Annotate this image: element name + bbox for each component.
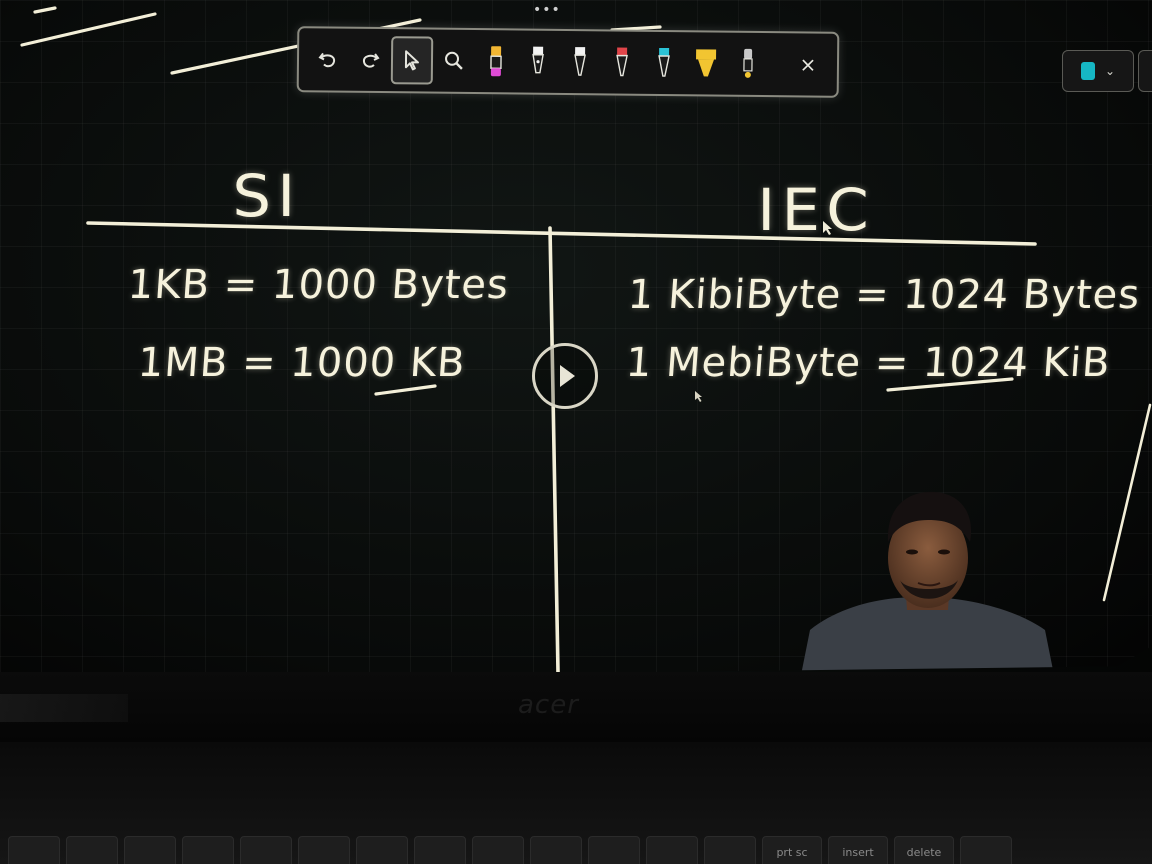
keyboard-key[interactable] — [588, 836, 640, 864]
keyboard-key[interactable] — [356, 836, 408, 864]
keyboard-key[interactable] — [182, 836, 234, 864]
undo-button[interactable] — [307, 35, 350, 83]
stray-stroke-1 — [20, 12, 157, 47]
keyboard-key[interactable] — [530, 836, 582, 864]
bezel-reflection — [0, 694, 128, 722]
redo-icon — [362, 53, 380, 68]
red-pen-icon — [616, 47, 628, 77]
keyboard-key[interactable] — [8, 836, 60, 864]
iec-heading: IEC — [757, 176, 876, 244]
table-horizontal-line — [86, 221, 1037, 246]
undo-icon — [318, 52, 335, 68]
whiteboard-screen: ••• SI IEC 1KB = 1000 Bytes 1MB = 1000 K… — [0, 0, 1152, 680]
cursor-arrow-icon — [404, 50, 419, 71]
keyboard-key[interactable] — [472, 836, 524, 864]
mouse-cursor-icon — [823, 221, 832, 235]
keyboard-key[interactable]: prt sc — [762, 836, 822, 864]
keyboard-key[interactable] — [298, 836, 350, 864]
chevron-down-icon: ⌄ — [1104, 64, 1116, 78]
photo-frame: ••• SI IEC 1KB = 1000 Bytes 1MB = 1000 K… — [0, 0, 1152, 864]
mouse-cursor-icon-2 — [695, 391, 702, 402]
iec-line-2: 1 MebiByte = 1024 KiB — [624, 340, 1113, 386]
white-pen-2-button[interactable] — [559, 38, 602, 86]
color-dropdown[interactable]: ⌄ — [1062, 50, 1134, 92]
zoom-button[interactable] — [433, 37, 476, 85]
cyan-pen-button[interactable] — [643, 39, 686, 87]
white-pen-icon — [532, 46, 544, 74]
select-tool-button[interactable] — [390, 36, 434, 85]
keyboard-key[interactable] — [66, 836, 118, 864]
keyboard-key[interactable]: insert — [828, 836, 888, 864]
table-vertical-line — [548, 226, 560, 674]
pink-highlighter-button[interactable] — [475, 37, 518, 85]
keyboard-key[interactable]: delete — [894, 836, 954, 864]
keyboard-key[interactable] — [646, 836, 698, 864]
edge-stroke — [1102, 403, 1152, 602]
annotation-toolbar: × — [296, 26, 840, 98]
keyboard-key[interactable] — [124, 836, 176, 864]
close-toolbar-button[interactable]: × — [787, 40, 830, 88]
play-icon — [559, 365, 575, 387]
keyboard-key[interactable] — [704, 836, 756, 864]
white-pen-2-icon — [574, 47, 586, 76]
play-button[interactable] — [532, 343, 598, 409]
keyboard-key[interactable] — [414, 836, 466, 864]
si-heading: SI — [232, 162, 302, 230]
si-line-2: 1MB = 1000 KB — [136, 340, 468, 386]
yellow-highlighter-icon — [696, 49, 717, 77]
yellow-highlighter-button[interactable] — [685, 39, 728, 87]
keyboard-key[interactable] — [240, 836, 292, 864]
brand-logo: acer — [518, 690, 579, 720]
kb-underline — [374, 384, 437, 396]
keyboard-key[interactable] — [960, 836, 1012, 864]
eraser-button[interactable] — [727, 40, 770, 88]
presenter-webcam — [800, 491, 1055, 680]
magnifier-icon — [445, 51, 463, 70]
iec-line-1: 1 KibiByte = 1024 Bytes — [626, 272, 1142, 318]
si-line-1: 1KB = 1000 Bytes — [126, 262, 511, 308]
cyan-pen-icon — [658, 47, 670, 77]
color-swatch — [1080, 62, 1095, 80]
keyboard-top-row: prt sc insert delete — [0, 836, 1152, 864]
eraser-icon — [743, 48, 753, 78]
secondary-widget[interactable] — [1138, 50, 1152, 92]
white-pen-button[interactable] — [517, 37, 560, 85]
redo-button[interactable] — [349, 36, 392, 84]
red-pen-button[interactable] — [601, 38, 644, 86]
pink-highlighter-icon — [490, 46, 502, 77]
stray-stroke-2 — [33, 6, 57, 14]
